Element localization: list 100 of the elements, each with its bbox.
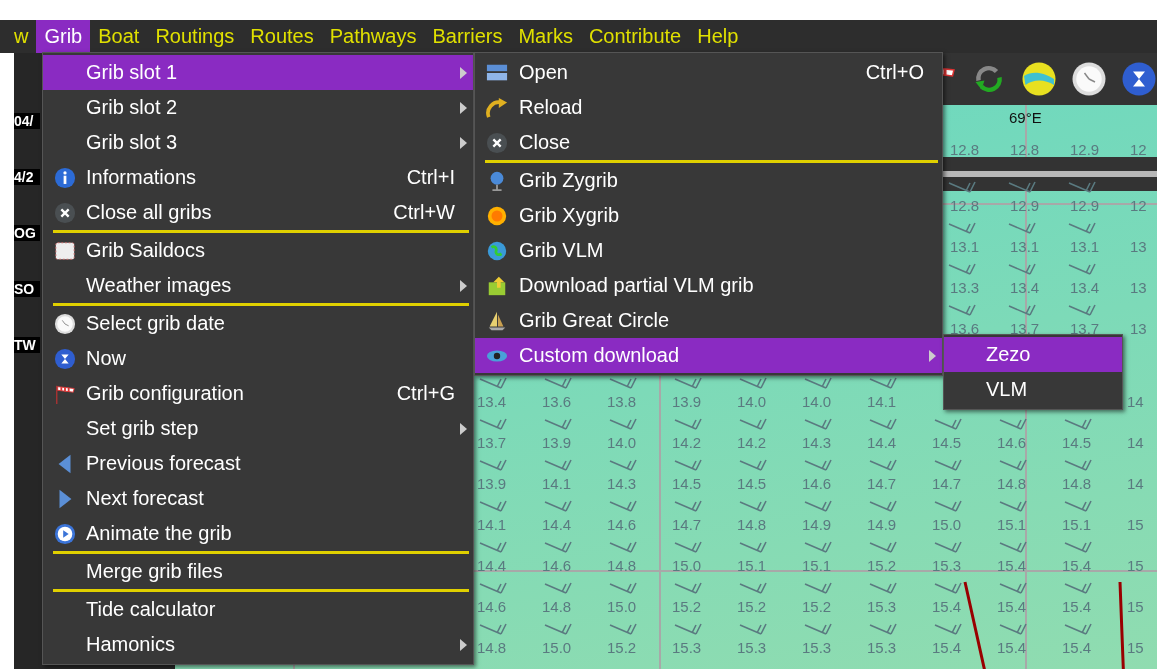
wind-speed-value: 12.8 — [950, 141, 980, 158]
menu-item[interactable]: Grib Zygrib — [475, 163, 942, 198]
wind-speed-value: 13.4 — [1010, 279, 1040, 296]
wind-speed-value: 13 — [1130, 320, 1147, 337]
wind-speed-value: 13.4 — [477, 393, 507, 410]
menu-item[interactable]: Informations Ctrl+I — [43, 160, 473, 195]
menu-item[interactable]: Grib Great Circle — [475, 303, 942, 338]
menu-item[interactable]: Open Ctrl+O — [475, 55, 942, 90]
menu-item-label: Grib Zygrib — [519, 169, 619, 192]
menu-item[interactable]: Grib slot 3 — [43, 125, 473, 160]
wind-speed-value: 14.1 — [477, 516, 507, 533]
wind-speed-value: 14.4 — [542, 516, 572, 533]
menu-item[interactable]: Merge grib files — [43, 554, 473, 589]
wind-speed-value: 15.1 — [997, 516, 1027, 533]
menubar-item[interactable]: Marks — [510, 20, 581, 53]
menu-item[interactable]: Grib VLM — [475, 233, 942, 268]
menu-item[interactable]: Grib Saildocs — [43, 233, 473, 268]
wind-speed-value: 15 — [1127, 639, 1144, 656]
menubar-item[interactable]: Barriers — [424, 20, 511, 53]
menu-item[interactable]: Close — [475, 125, 942, 160]
menu-item-label: Grib Xygrib — [519, 204, 621, 227]
menu-item-label: Weather images — [86, 274, 233, 297]
shortcut-text: Ctrl+G — [396, 382, 455, 405]
longitude-label: 69°E — [1009, 109, 1042, 126]
menu-item[interactable]: Close all gribs Ctrl+W — [43, 195, 473, 230]
wind-speed-value: 15.3 — [867, 598, 897, 615]
wind-speed-value: 15.3 — [802, 639, 832, 656]
panel-label: SO — [14, 281, 40, 297]
menu-item[interactable]: Download partial VLM grib — [475, 268, 942, 303]
menu-item[interactable]: Grib Xygrib — [475, 198, 942, 233]
menu-item-label: Open — [519, 61, 569, 84]
shortcut-text: Ctrl+W — [393, 201, 455, 224]
menu-item[interactable]: Custom download — [475, 338, 942, 373]
menu-item[interactable]: Set grib step — [43, 411, 473, 446]
wind-speed-value: 15.2 — [607, 639, 637, 656]
wind-speed-value: 14.7 — [672, 516, 702, 533]
menubar-item[interactable]: w — [6, 20, 37, 53]
menubar-item[interactable]: Contribute — [580, 20, 690, 53]
wind-speed-value: 12.8 — [1010, 141, 1040, 158]
wind-speed-value: 14.6 — [542, 557, 572, 574]
menu-item[interactable]: Reload — [475, 90, 942, 125]
menu-item-label: Grib slot 3 — [86, 131, 179, 154]
menu-item[interactable]: Tide calculator — [43, 592, 473, 627]
menu-item[interactable]: Grib configuration Ctrl+G — [43, 376, 473, 411]
menu-item[interactable]: Previous forecast — [43, 446, 473, 481]
menubar-item[interactable]: Pathways — [321, 20, 425, 53]
menu-item-label: Hamonics — [86, 633, 176, 656]
wind-speed-value: 15.0 — [542, 639, 572, 656]
wind-speed-value: 13.9 — [672, 393, 702, 410]
menu-item-label: Grib Saildocs — [86, 239, 206, 262]
wind-speed-value: 15.4 — [932, 598, 962, 615]
wind-speed-value: 15.3 — [867, 639, 897, 656]
wind-speed-value: 13.3 — [950, 279, 980, 296]
menu-item[interactable]: Hamonics — [43, 627, 473, 662]
wind-speed-value: 14.0 — [802, 393, 832, 410]
menu-item-label: Zezo — [986, 343, 1032, 366]
shortcut-text: Ctrl+I — [406, 166, 455, 189]
menu-item[interactable]: VLM — [944, 372, 1122, 407]
wind-speed-value: 15.0 — [672, 557, 702, 574]
menubar-item[interactable]: Boat — [90, 20, 148, 53]
wind-speed-value: 12.9 — [1070, 197, 1100, 214]
wind-speed-value: 13.1 — [1070, 238, 1100, 255]
panel-label: OG — [14, 225, 40, 241]
wind-speed-value: 14.8 — [542, 598, 572, 615]
wind-speed-value: 13.7 — [1010, 320, 1040, 337]
menubar-item[interactable]: Routes — [242, 20, 322, 53]
menu-item-label: Close — [519, 131, 572, 154]
menu-item[interactable]: Grib slot 2 — [43, 90, 473, 125]
menu-item-label: Grib configuration — [86, 382, 245, 405]
menu-item[interactable]: Zezo — [944, 337, 1122, 372]
wind-speed-value: 12.9 — [1070, 141, 1100, 158]
wind-speed-value: 14.2 — [672, 434, 702, 451]
menu-item[interactable]: Weather images — [43, 268, 473, 303]
wind-speed-value: 12 — [1130, 141, 1147, 158]
wind-speed-value: 13.1 — [1010, 238, 1040, 255]
menu-item[interactable]: Animate the grib — [43, 516, 473, 551]
wind-speed-value: 14.7 — [867, 475, 897, 492]
wind-speed-value: 14.0 — [737, 393, 767, 410]
wind-speed-value: 15.3 — [932, 557, 962, 574]
wind-speed-value: 15.2 — [672, 598, 702, 615]
wind-speed-value: 15 — [1127, 557, 1144, 574]
menu-item-label: Set grib step — [86, 417, 200, 440]
wind-speed-value: 15.3 — [737, 639, 767, 656]
wind-speed-value: 15.1 — [737, 557, 767, 574]
menubar-item[interactable]: Routings — [147, 20, 243, 53]
menubar-item[interactable]: Help — [689, 20, 747, 53]
wind-speed-value: 14.0 — [607, 434, 637, 451]
wind-speed-value: 13.6 — [950, 320, 980, 337]
menu-item-label: Grib VLM — [519, 239, 605, 262]
wind-speed-value: 15.4 — [1062, 639, 1092, 656]
wind-speed-value: 15.0 — [607, 598, 637, 615]
wind-speed-value: 13.8 — [607, 393, 637, 410]
wind-speed-value: 15.4 — [932, 639, 962, 656]
menu-item[interactable]: Grib slot 1 — [43, 55, 473, 90]
wind-speed-value: 14.4 — [477, 557, 507, 574]
menu-item[interactable]: Now — [43, 341, 473, 376]
wind-speed-value: 14 — [1127, 393, 1144, 410]
menubar-item[interactable]: Grib — [36, 20, 91, 53]
menu-item[interactable]: Next forecast — [43, 481, 473, 516]
menu-item[interactable]: Select grib date — [43, 306, 473, 341]
